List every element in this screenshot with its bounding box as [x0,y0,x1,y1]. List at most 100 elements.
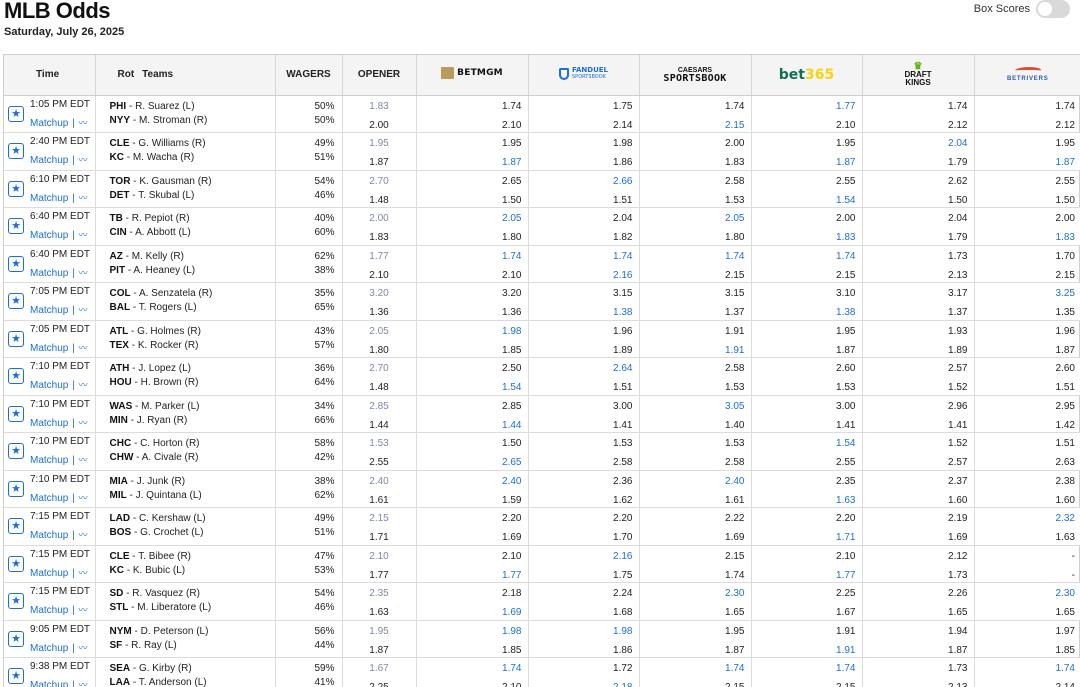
odds-home-betrivers[interactable]: 1.83 [980,232,1075,244]
favorite-star-icon[interactable]: ★ [8,330,24,347]
odds-cell-caesars[interactable]: 1.91 1.91 [639,320,752,358]
away-team[interactable]: PHI - R. Suarez (L) [110,101,270,113]
odds-away-fanduel[interactable]: 1.75 [534,101,632,113]
odds-cell-bet365[interactable]: 2.10 1.77 [751,545,863,583]
odds-home-betmgm[interactable]: 1.69 [422,532,521,544]
odds-cell-bet365[interactable]: 3.10 1.38 [751,282,863,320]
odds-home-betrivers[interactable]: 1.85 [980,645,1075,657]
odds-away-betrivers[interactable]: 1.74 [980,101,1075,113]
odds-cell-draftkings[interactable]: 1.94 1.87 [862,620,975,658]
away-team[interactable]: COL - A. Senzatela (R) [110,288,270,300]
matchup-link[interactable]: Matchup [30,680,68,687]
odds-cell-betrivers[interactable]: 2.55 1.50 [974,170,1080,208]
odds-home-caesars[interactable]: 1.69 [645,532,744,544]
odds-home-betmgm[interactable]: 2.65 [422,457,521,469]
favorite-star-icon[interactable]: ★ [8,443,24,459]
trend-chart-icon[interactable]: 〰 [79,568,88,578]
favorite-star-icon[interactable]: ★ [8,368,24,384]
odds-away-betmgm[interactable]: 2.05 [422,213,521,225]
odds-cell-caesars[interactable]: 1.74 2.15 [639,245,752,283]
odds-away-fanduel[interactable]: 2.20 [534,513,632,525]
odds-cell-fanduel[interactable]: 2.64 1.51 [528,357,640,395]
home-team[interactable]: NYY - M. Stroman (R) [110,115,270,127]
odds-away-fanduel[interactable]: 1.96 [534,326,632,338]
odds-away-bet365[interactable]: 2.55 [757,176,855,188]
odds-home-betmgm[interactable]: 1.77 [422,570,521,582]
odds-away-betrivers[interactable]: 1.96 [980,326,1075,338]
odds-away-bet365[interactable]: 1.77 [757,101,855,113]
odds-home-fanduel[interactable]: 1.89 [534,345,632,357]
odds-away-betrivers[interactable]: 2.95 [980,401,1075,413]
odds-home-betrivers[interactable]: - [980,570,1075,582]
odds-away-betrivers[interactable]: - [980,551,1075,563]
odds-home-caesars[interactable]: 1.53 [645,195,744,207]
odds-away-caesars[interactable]: 1.74 [645,663,744,675]
odds-away-fanduel[interactable]: 2.66 [534,176,632,188]
odds-home-caesars[interactable]: 1.91 [645,345,744,357]
odds-home-draftkings[interactable]: 2.57 [868,457,967,469]
odds-away-betmgm[interactable]: 1.74 [422,251,521,263]
home-team[interactable]: KC - K. Bubic (L) [110,565,270,577]
odds-cell-draftkings[interactable]: 2.12 1.73 [862,545,975,583]
odds-cell-betmgm[interactable]: 1.50 2.65 [416,432,529,470]
odds-cell-betmgm[interactable]: 2.18 1.69 [416,582,529,620]
trend-chart-icon[interactable]: 〰 [79,643,88,653]
odds-cell-caesars[interactable]: 2.15 1.74 [639,545,752,583]
odds-away-bet365[interactable]: 3.00 [757,401,855,413]
odds-cell-draftkings[interactable]: 2.19 1.69 [862,507,975,545]
odds-away-bet365[interactable]: 2.20 [757,513,855,525]
odds-cell-fanduel[interactable]: 2.04 1.82 [528,207,640,245]
trend-chart-icon[interactable]: 〰 [79,193,88,203]
odds-home-fanduel[interactable]: 1.38 [534,307,632,319]
home-team[interactable]: PIT - A. Heaney (L) [110,265,270,277]
away-team[interactable]: TOR - K. Gausman (R) [110,176,270,188]
odds-home-draftkings[interactable]: 2.13 [868,270,967,282]
odds-home-bet365[interactable]: 1.67 [757,607,855,619]
odds-cell-draftkings[interactable]: 1.74 2.12 [862,95,975,133]
odds-away-draftkings[interactable]: 1.73 [868,663,967,675]
odds-cell-fanduel[interactable]: 3.00 1.41 [528,395,640,433]
home-team[interactable]: KC - M. Wacha (R) [110,152,270,164]
odds-cell-betrivers[interactable]: 1.96 1.87 [974,320,1080,358]
odds-home-caesars[interactable]: 2.15 [645,120,744,132]
odds-cell-draftkings[interactable]: 2.04 1.79 [862,207,975,245]
odds-away-betrivers[interactable]: 1.95 [980,138,1075,150]
odds-away-caesars[interactable]: 2.15 [645,551,744,563]
odds-home-betrivers[interactable]: 1.63 [980,532,1075,544]
odds-home-betrivers[interactable]: 1.60 [980,495,1075,507]
odds-home-betmgm[interactable]: 1.50 [422,195,521,207]
odds-away-caesars[interactable]: 1.74 [645,101,744,113]
odds-away-caesars[interactable]: 1.95 [645,626,744,638]
odds-cell-betmgm[interactable]: 2.85 1.44 [416,395,529,433]
matchup-link[interactable]: Matchup [30,418,68,429]
favorite-star-icon[interactable]: ★ [8,293,24,309]
away-team[interactable]: WAS - M. Parker (L) [110,401,270,413]
odds-home-draftkings[interactable]: 1.60 [868,495,967,507]
odds-home-draftkings[interactable]: 1.65 [868,607,967,619]
matchup-link[interactable]: Matchup [30,268,68,279]
odds-away-draftkings[interactable]: 2.04 [868,138,967,150]
odds-home-betrivers[interactable]: 1.51 [980,382,1075,394]
odds-away-draftkings[interactable]: 2.96 [868,401,967,413]
odds-away-betrivers[interactable]: 2.32 [980,513,1075,525]
odds-away-caesars[interactable]: 2.30 [645,588,744,600]
odds-home-caesars[interactable]: 1.83 [645,157,744,169]
odds-cell-fanduel[interactable]: 2.16 1.75 [528,545,640,583]
odds-cell-bet365[interactable]: 1.54 2.55 [751,432,863,470]
odds-home-betrivers[interactable]: 1.42 [980,420,1075,432]
odds-away-caesars[interactable]: 1.74 [645,251,744,263]
odds-cell-fanduel[interactable]: 2.20 1.70 [528,507,640,545]
trend-chart-icon[interactable]: 〰 [79,155,88,165]
away-team[interactable]: CLE - G. Williams (R) [110,138,270,150]
header-book-betmgm[interactable]: BETMGM [416,55,529,96]
home-team[interactable]: MIN - J. Ryan (R) [110,415,270,427]
odds-home-bet365[interactable]: 1.87 [757,345,855,357]
matchup-link[interactable]: Matchup [30,530,68,541]
away-team[interactable]: TB - R. Pepiot (R) [110,213,270,225]
odds-away-draftkings[interactable]: 1.74 [868,101,967,113]
odds-home-bet365[interactable]: 1.63 [757,495,855,507]
away-team[interactable]: MIA - J. Junk (R) [110,476,270,488]
odds-home-draftkings[interactable]: 2.12 [868,120,967,132]
odds-away-bet365[interactable]: 2.25 [757,588,855,600]
odds-cell-betrivers[interactable]: 1.95 1.87 [974,133,1080,171]
